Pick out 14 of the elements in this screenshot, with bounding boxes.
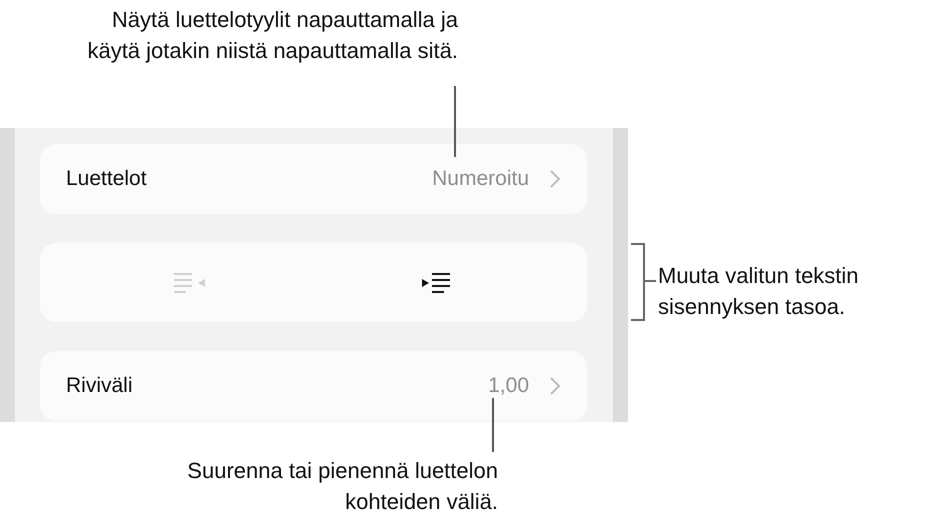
setting-label: Luettelot bbox=[66, 167, 148, 191]
callout-text: Muuta valitun tekstin sisennyksen tasoa. bbox=[658, 262, 860, 321]
callout-text: Suurenna tai pienennä luettelon kohteiden väliä. bbox=[186, 457, 498, 516]
leader-line bbox=[454, 86, 456, 157]
setting-label: Riviväli bbox=[66, 374, 134, 398]
setting-row[interactable]: Luettelot Numeroitu bbox=[40, 144, 587, 214]
callout-text: Näytä luettelotyylit napauttamalla ja käytä jotakin niistä napauttamalla sitä. bbox=[86, 6, 458, 65]
setting-value: Numeroitu bbox=[432, 167, 529, 191]
setting-value: 1,00 bbox=[488, 374, 529, 398]
setting-row[interactable]: Riviväli 1,00 bbox=[40, 351, 587, 421]
chevron-icon bbox=[549, 376, 561, 396]
leader-line bbox=[492, 398, 494, 452]
chevron-icon bbox=[549, 169, 561, 189]
outdent-icon bbox=[174, 270, 206, 294]
